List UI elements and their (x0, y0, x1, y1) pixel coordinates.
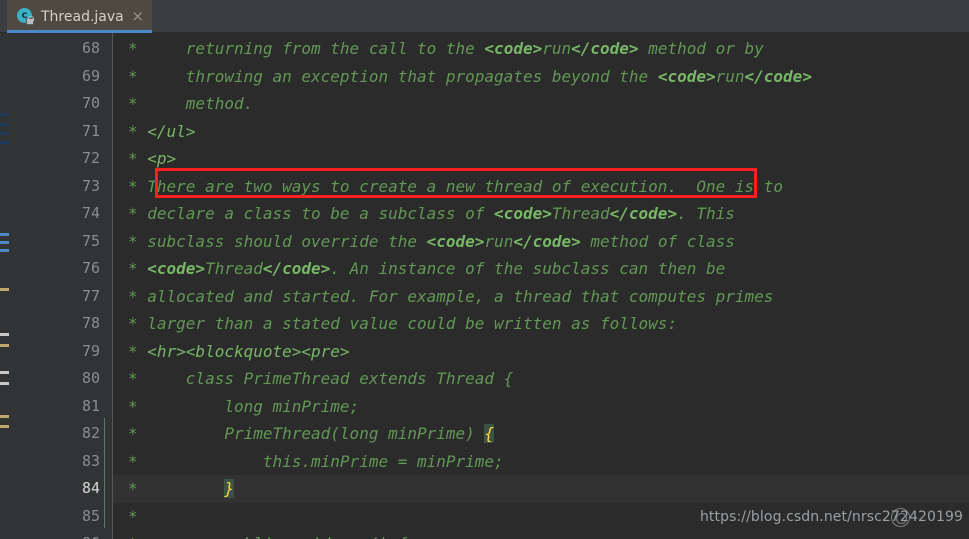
line-number[interactable]: 82 (40, 420, 100, 448)
gutter-marker-stripe[interactable] (0, 33, 11, 539)
line-number[interactable]: 69 (40, 63, 100, 91)
code-line[interactable]: * larger than a stated value could be wr… (113, 310, 969, 338)
code-line[interactable]: * declare a class to be a subclass of <c… (113, 200, 969, 228)
ide-window: c Thread.java × 68 69 70 71 72 73 74 75 76 77 78 79… (0, 0, 969, 539)
code-line[interactable]: * throwing an exception that propagates … (113, 63, 969, 91)
java-class-icon: c (17, 8, 34, 25)
close-icon[interactable]: × (131, 9, 144, 24)
line-number[interactable]: 79 (40, 338, 100, 366)
gutter-marker[interactable] (0, 382, 9, 385)
gutter-marker[interactable] (0, 241, 9, 244)
code-line[interactable]: * allocated and started. For example, a … (113, 283, 969, 311)
line-number[interactable]: 85 (40, 503, 100, 531)
watermark-text: https://blog.csdn.net/nrsc272420199 (699, 509, 963, 525)
gutter-marker[interactable] (0, 288, 9, 291)
code-line[interactable]: * <code>Thread</code>. An instance of th… (113, 255, 969, 283)
editor-tab-label: Thread.java (41, 8, 124, 25)
line-number[interactable]: 83 (40, 448, 100, 476)
gutter-marker[interactable] (0, 371, 9, 374)
gutter-marker[interactable] (0, 333, 9, 336)
code-line[interactable]: * long minPrime; (113, 393, 969, 421)
code-line[interactable]: * subclass should override the <code>run… (113, 228, 969, 256)
gutter-marker[interactable] (0, 344, 9, 347)
code-line[interactable]: * returning from the call to the <code>r… (113, 35, 969, 63)
gutter-marker[interactable] (0, 141, 9, 144)
lock-icon (26, 16, 34, 25)
gutter-marker[interactable] (0, 132, 9, 135)
gutter-marker[interactable] (0, 233, 9, 236)
line-number[interactable]: 76 (40, 255, 100, 283)
code-line[interactable]: * PrimeThread(long minPrime) { (113, 420, 969, 448)
code-line[interactable]: * } (113, 475, 969, 503)
editor-tab-thread-java[interactable]: c Thread.java × (7, 0, 152, 33)
code-line[interactable]: * There are two ways to create a new thr… (113, 173, 969, 201)
line-number[interactable]: 77 (40, 283, 100, 311)
line-number[interactable]: 74 (40, 200, 100, 228)
line-number[interactable]: 70 (40, 90, 100, 118)
indent-guide (104, 418, 105, 528)
line-number[interactable]: 71 (40, 118, 100, 146)
gutter-marker[interactable] (0, 249, 9, 252)
line-number[interactable]: 72 (40, 145, 100, 173)
code-line[interactable]: * this.minPrime = minPrime; (113, 448, 969, 476)
code-line[interactable]: * class PrimeThread extends Thread { (113, 365, 969, 393)
line-number[interactable]: 75 (40, 228, 100, 256)
gutter-marker[interactable] (0, 415, 9, 418)
line-number[interactable]: 81 (40, 393, 100, 421)
line-number[interactable]: 86 (40, 530, 100, 539)
line-number[interactable]: 78 (40, 310, 100, 338)
gutter-marker[interactable] (0, 113, 9, 116)
code-line[interactable]: * public void run() { (113, 530, 969, 539)
gutter-marker[interactable] (0, 425, 9, 428)
code-text-area[interactable]: * returning from the call to the <code>r… (113, 33, 969, 539)
gutter-marker[interactable] (0, 123, 9, 126)
line-number[interactable]: 73 (40, 173, 100, 201)
line-number[interactable]: 84 (40, 475, 100, 503)
code-editor[interactable]: 68697071727374757677787980818283848586 *… (0, 33, 969, 539)
code-line[interactable]: * method. (113, 90, 969, 118)
code-line[interactable]: * <p> (113, 145, 969, 173)
line-number[interactable]: 68 (40, 35, 100, 63)
code-line[interactable]: * </ul> (113, 118, 969, 146)
line-number-gutter[interactable]: 68697071727374757677787980818283848586 (11, 33, 113, 539)
line-number[interactable]: 80 (40, 365, 100, 393)
code-line[interactable]: * <hr><blockquote><pre> (113, 338, 969, 366)
editor-tab-bar: c Thread.java × (0, 0, 969, 33)
